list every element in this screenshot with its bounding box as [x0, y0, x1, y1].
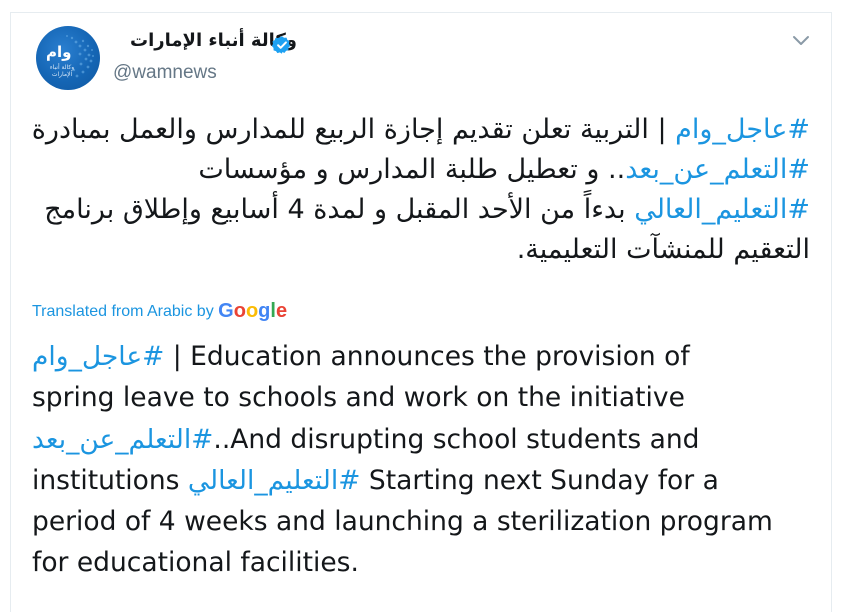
translation-line-1: #عاجل_وام | Education announces the prov… [32, 341, 690, 372]
avatar[interactable]: وام وكالة أنباء الإمارات [36, 26, 100, 90]
avatar-logo-subtext: وكالة أنباء الإمارات [49, 64, 75, 78]
hashtag-remote-learning[interactable]: #التعلم_عن_بعد [625, 154, 810, 185]
chevron-down-icon[interactable] [790, 32, 812, 48]
author-handle[interactable]: @wamnews [113, 62, 217, 84]
translation-line-2: spring leave to schools and work on the … [32, 382, 685, 414]
translated-label: Translated from Arabic by [32, 303, 214, 320]
hashtag-remote-learning[interactable]: #التعلم_عن_بعد [32, 424, 213, 455]
verified-badge-icon [272, 36, 291, 54]
arabic-text-segment: .. و تعطيل طلبة المدارس و مؤسسات [198, 154, 626, 185]
avatar-logo-text: وام [46, 43, 72, 61]
tweet-text-translation: #عاجل_وام | Education announces the prov… [32, 336, 822, 584]
translated-attribution[interactable]: Translated from Arabic by Google [32, 300, 287, 323]
google-logo: Google [218, 300, 288, 322]
translation-line-3: #التعلم_عن_بعد..And disrupting school st… [32, 423, 700, 455]
hashtag-higher-education[interactable]: #التعليم_العالي [188, 465, 361, 496]
hashtag-higher-education[interactable]: #التعليم_العالي [634, 194, 810, 225]
translation-line-5: period of 4 weeks and launching a steril… [32, 506, 773, 538]
translation-line-6: for educational facilities. [32, 547, 359, 579]
translation-line-4: institutions #التعليم_العالي Starting ne… [32, 464, 719, 496]
hashtag-breaking-wam[interactable]: #عاجل_وام [675, 114, 810, 145]
hashtag-breaking-wam[interactable]: #عاجل_وام [32, 341, 164, 372]
tweet-text-arabic: #عاجل_وام | التربية تعلن تقديم إجازة الر… [22, 110, 810, 270]
arabic-text-segment: | التربية تعلن تقديم إجازة الربيع للمدار… [31, 114, 676, 145]
